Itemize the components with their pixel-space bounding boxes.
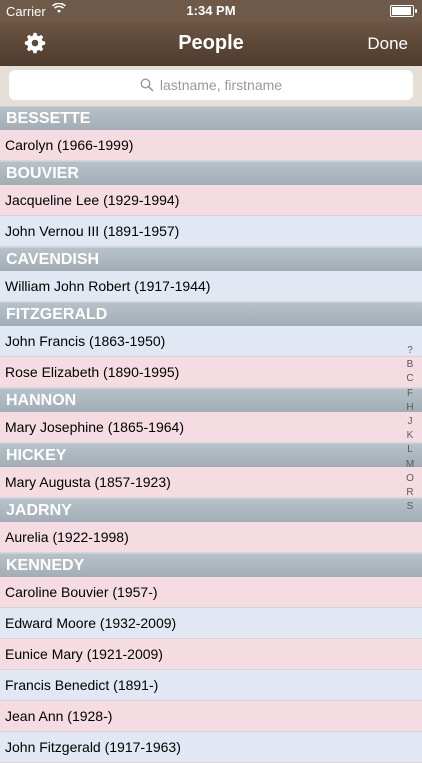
section-header: BOUVIER — [0, 161, 422, 185]
list-item[interactable]: Jacqueline Lee (1929-1994) — [0, 185, 422, 216]
list-item[interactable]: Mary Josephine (1865-1964) — [0, 412, 422, 443]
search-input[interactable]: lastname, firstname — [9, 70, 413, 100]
index-letter[interactable]: M — [400, 458, 420, 472]
search-placeholder: lastname, firstname — [159, 77, 283, 93]
index-letter[interactable]: S — [400, 500, 420, 514]
index-letter[interactable]: C — [400, 372, 420, 386]
search-bar: lastname, firstname — [0, 66, 422, 106]
list-item[interactable]: Caroline Bouvier (1957-) — [0, 577, 422, 608]
list-item[interactable]: Carolyn (1966-1999) — [0, 130, 422, 161]
done-button[interactable]: Done — [367, 34, 408, 54]
section-header: BESSETTE — [0, 106, 422, 130]
battery-icon — [390, 5, 417, 17]
index-letter[interactable]: B — [400, 358, 420, 372]
page-title: People — [178, 32, 244, 54]
section-header: FITZGERALD — [0, 302, 422, 326]
list-item[interactable]: Francis Benedict (1891-) — [0, 670, 422, 701]
people-list: BESSETTE Carolyn (1966-1999) BOUVIER Jacque… — [0, 106, 422, 763]
section-header: HICKEY — [0, 443, 422, 467]
index-letter[interactable]: F — [400, 387, 420, 401]
section-index[interactable]: ? B C F H J K L M O R S — [400, 344, 420, 514]
list-item[interactable]: John Vernou III (1891-1957) — [0, 216, 422, 247]
index-letter[interactable]: L — [400, 443, 420, 457]
index-letter[interactable]: K — [400, 429, 420, 443]
index-letter[interactable]: H — [400, 401, 420, 415]
status-time: 1:34 PM — [186, 3, 236, 18]
index-letter[interactable]: O — [400, 472, 420, 486]
list-item[interactable]: Eunice Mary (1921-2009) — [0, 639, 422, 670]
list-item[interactable]: Aurelia (1922-1998) — [0, 522, 422, 553]
index-letter[interactable]: R — [400, 486, 420, 500]
section-header: JADRNY — [0, 498, 422, 522]
list-item[interactable]: John Francis (1863-1950) — [0, 326, 422, 357]
section-header: CAVENDISH — [0, 247, 422, 271]
list-item[interactable]: Rose Elizabeth (1890-1995) — [0, 357, 422, 388]
list-item[interactable]: John Fitzgerald (1917-1963) — [0, 732, 422, 763]
search-icon — [140, 78, 154, 92]
section-header: KENNEDY — [0, 553, 422, 577]
list-item[interactable]: Jean Ann (1928-) — [0, 701, 422, 732]
list-item[interactable]: Edward Moore (1932-2009) — [0, 608, 422, 639]
list-item[interactable]: Mary Augusta (1857-1923) — [0, 467, 422, 498]
index-letter[interactable]: J — [400, 415, 420, 429]
index-letter[interactable]: ? — [400, 344, 420, 358]
navigation-bar: People Done — [0, 22, 422, 66]
status-bar: Carrier 1:34 PM — [0, 0, 422, 22]
list-item[interactable]: William John Robert (1917-1944) — [0, 271, 422, 302]
section-header: HANNON — [0, 388, 422, 412]
